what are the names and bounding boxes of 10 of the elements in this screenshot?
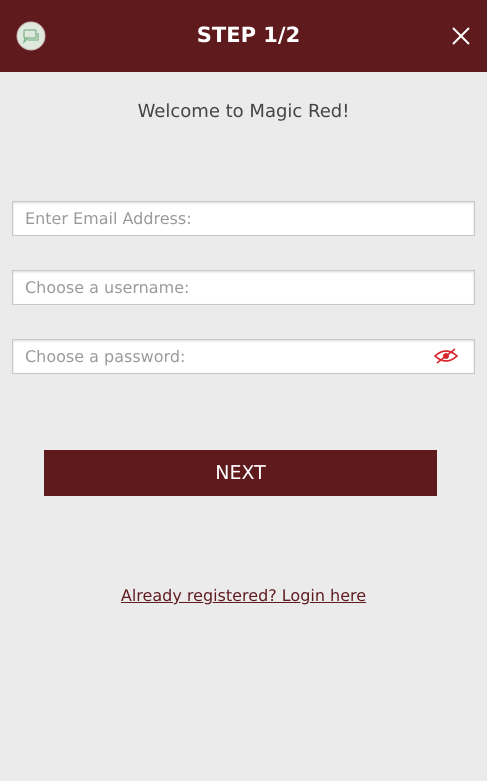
username-field[interactable]: Choose a username:	[12, 270, 475, 305]
next-button[interactable]: NEXT	[44, 450, 437, 496]
login-link[interactable]: Already registered? Login here	[120, 584, 366, 608]
step-title: STEP 1/2	[196, 22, 300, 50]
eye-hidden-icon[interactable]	[433, 348, 459, 364]
close-icon[interactable]	[450, 26, 471, 46]
chat-icon[interactable]	[16, 21, 46, 51]
password-field[interactable]: Choose a password:	[12, 339, 475, 374]
welcome-text: Welcome to Magic Red!	[138, 100, 350, 124]
email-field[interactable]: Enter Email Address:	[12, 201, 475, 236]
